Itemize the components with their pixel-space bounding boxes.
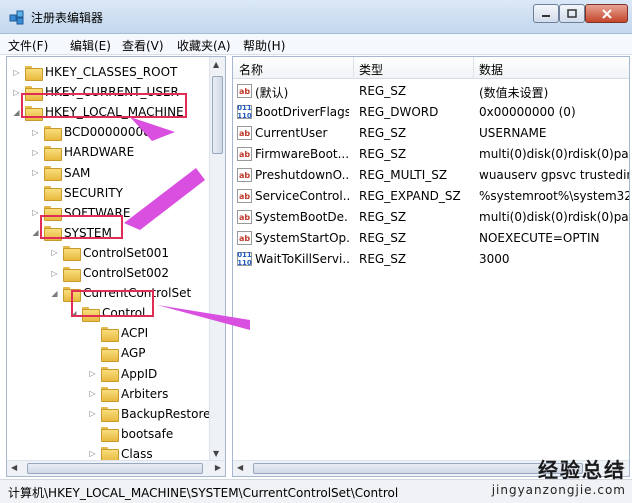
arrow-to-control <box>157 305 250 330</box>
annotation-arrows <box>124 117 250 330</box>
arrow-to-system <box>124 168 205 230</box>
arrow-to-hklm <box>130 117 175 141</box>
